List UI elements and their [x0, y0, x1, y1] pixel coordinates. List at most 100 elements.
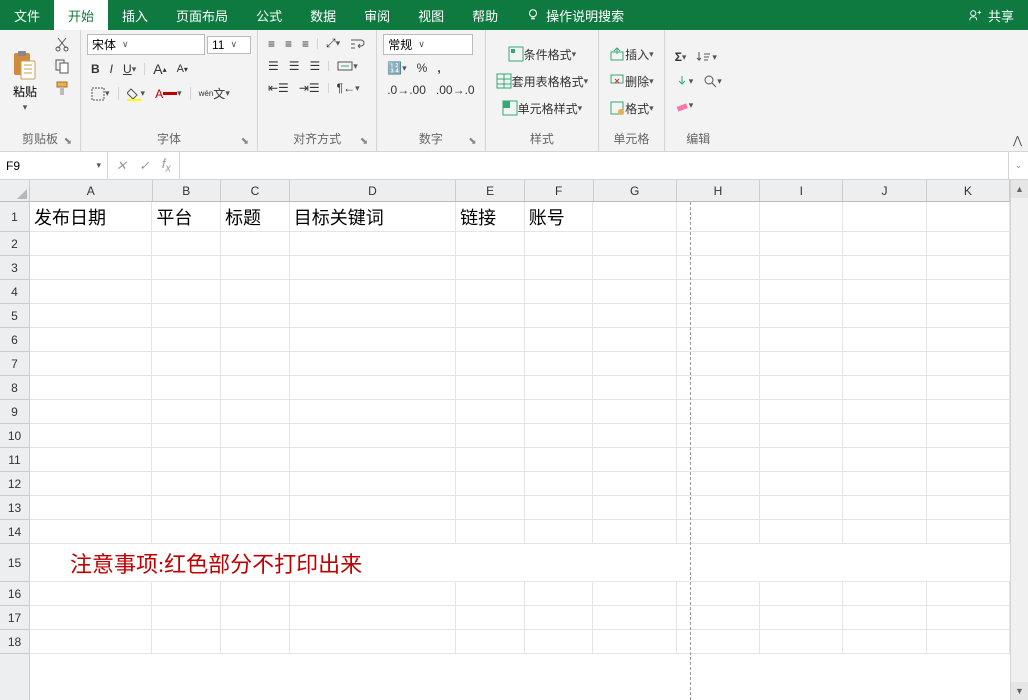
- cell[interactable]: [290, 520, 456, 544]
- cell[interactable]: [221, 448, 290, 472]
- cell[interactable]: [152, 280, 221, 304]
- cell[interactable]: [221, 304, 290, 328]
- row-header-7[interactable]: 7: [0, 352, 29, 376]
- scroll-up-button[interactable]: ▲: [1011, 180, 1028, 198]
- column-header-G[interactable]: G: [594, 180, 677, 201]
- cell[interactable]: [843, 496, 926, 520]
- cell[interactable]: [152, 424, 221, 448]
- tell-me-search[interactable]: 操作说明搜索: [512, 0, 638, 30]
- cell[interactable]: [525, 582, 594, 606]
- cell[interactable]: [30, 424, 152, 448]
- cell[interactable]: [456, 582, 525, 606]
- cell[interactable]: [843, 472, 926, 496]
- cell[interactable]: [760, 280, 843, 304]
- cell[interactable]: [221, 376, 290, 400]
- row-header-11[interactable]: 11: [0, 448, 29, 472]
- cell[interactable]: [152, 582, 221, 606]
- cell[interactable]: [760, 304, 843, 328]
- underline-button[interactable]: U ▾: [119, 60, 140, 78]
- cell[interactable]: [290, 376, 456, 400]
- cell[interactable]: [927, 606, 1010, 630]
- align-left-button[interactable]: ☰: [264, 57, 283, 75]
- cell[interactable]: [456, 520, 525, 544]
- tab-view[interactable]: 视图: [404, 0, 458, 30]
- number-format-dropdown[interactable]: 常规∨: [383, 34, 473, 55]
- cell[interactable]: [290, 232, 456, 256]
- name-box[interactable]: F9 ▾: [0, 152, 108, 179]
- cell[interactable]: [593, 352, 676, 376]
- decrease-font-button[interactable]: A▾: [173, 61, 192, 77]
- cell[interactable]: [843, 352, 926, 376]
- cell[interactable]: [760, 400, 843, 424]
- cell[interactable]: [221, 606, 290, 630]
- cell[interactable]: [152, 496, 221, 520]
- cell[interactable]: [927, 424, 1010, 448]
- cell[interactable]: [927, 472, 1010, 496]
- cell[interactable]: [677, 520, 760, 544]
- tab-file[interactable]: 文件: [0, 0, 54, 30]
- column-header-D[interactable]: D: [290, 180, 457, 201]
- row-header-5[interactable]: 5: [0, 304, 29, 328]
- share-button[interactable]: 共享: [988, 6, 1014, 25]
- cell[interactable]: [677, 400, 760, 424]
- select-all-corner[interactable]: [0, 180, 30, 202]
- wrap-text-button[interactable]: [346, 35, 370, 53]
- increase-font-button[interactable]: A▴: [149, 59, 170, 79]
- cell[interactable]: [760, 232, 843, 256]
- cell[interactable]: [525, 424, 594, 448]
- cell[interactable]: [843, 606, 926, 630]
- decrease-decimal-button[interactable]: .00→.0: [432, 81, 479, 99]
- cell[interactable]: [30, 328, 152, 352]
- cell[interactable]: [677, 472, 760, 496]
- cell[interactable]: [152, 520, 221, 544]
- insert-function-button[interactable]: fx: [162, 156, 171, 175]
- cell[interactable]: [843, 256, 926, 280]
- cell[interactable]: [677, 328, 760, 352]
- cell[interactable]: [843, 400, 926, 424]
- cell[interactable]: [525, 448, 594, 472]
- clipboard-dialog-launcher[interactable]: ⬊: [64, 136, 72, 147]
- rtl-button[interactable]: ¶← ▾: [333, 79, 364, 97]
- cell[interactable]: [760, 472, 843, 496]
- cell[interactable]: [760, 630, 843, 654]
- cell[interactable]: [152, 328, 221, 352]
- cell[interactable]: [290, 400, 456, 424]
- collapse-ribbon-button[interactable]: ⋀: [1013, 134, 1022, 147]
- row-header-9[interactable]: 9: [0, 400, 29, 424]
- cell-styles-button[interactable]: 单元格样式 ▾: [492, 98, 593, 119]
- cell[interactable]: [677, 448, 760, 472]
- cell[interactable]: [221, 232, 290, 256]
- column-header-E[interactable]: E: [456, 180, 525, 201]
- cell[interactable]: [290, 606, 456, 630]
- cell[interactable]: 链接: [456, 202, 525, 232]
- cell[interactable]: [152, 352, 221, 376]
- cell[interactable]: [677, 280, 760, 304]
- cell[interactable]: [525, 630, 594, 654]
- italic-button[interactable]: I: [106, 60, 117, 78]
- row-header-16[interactable]: 16: [0, 582, 29, 606]
- cell[interactable]: [927, 232, 1010, 256]
- cell[interactable]: [525, 352, 594, 376]
- column-header-A[interactable]: A: [30, 180, 153, 201]
- cell[interactable]: [760, 256, 843, 280]
- borders-button[interactable]: ▾: [87, 85, 114, 103]
- cell[interactable]: [593, 202, 676, 232]
- cell[interactable]: [593, 606, 676, 630]
- column-header-I[interactable]: I: [760, 180, 843, 201]
- cell[interactable]: [525, 606, 594, 630]
- cell[interactable]: [152, 376, 221, 400]
- tab-help[interactable]: 帮助: [458, 0, 512, 30]
- column-header-J[interactable]: J: [843, 180, 926, 201]
- note-cell[interactable]: 注意事项:红色部分不打印出来: [30, 544, 1010, 581]
- cell[interactable]: [221, 400, 290, 424]
- tab-formulas[interactable]: 公式: [242, 0, 296, 30]
- cell[interactable]: [593, 630, 676, 654]
- font-color-button[interactable]: A ▾: [151, 85, 186, 103]
- cell[interactable]: [760, 606, 843, 630]
- cell[interactable]: [525, 328, 594, 352]
- tab-data[interactable]: 数据: [296, 0, 350, 30]
- cell[interactable]: 标题: [221, 202, 290, 232]
- cell[interactable]: [456, 496, 525, 520]
- cell[interactable]: [677, 606, 760, 630]
- cell[interactable]: [927, 496, 1010, 520]
